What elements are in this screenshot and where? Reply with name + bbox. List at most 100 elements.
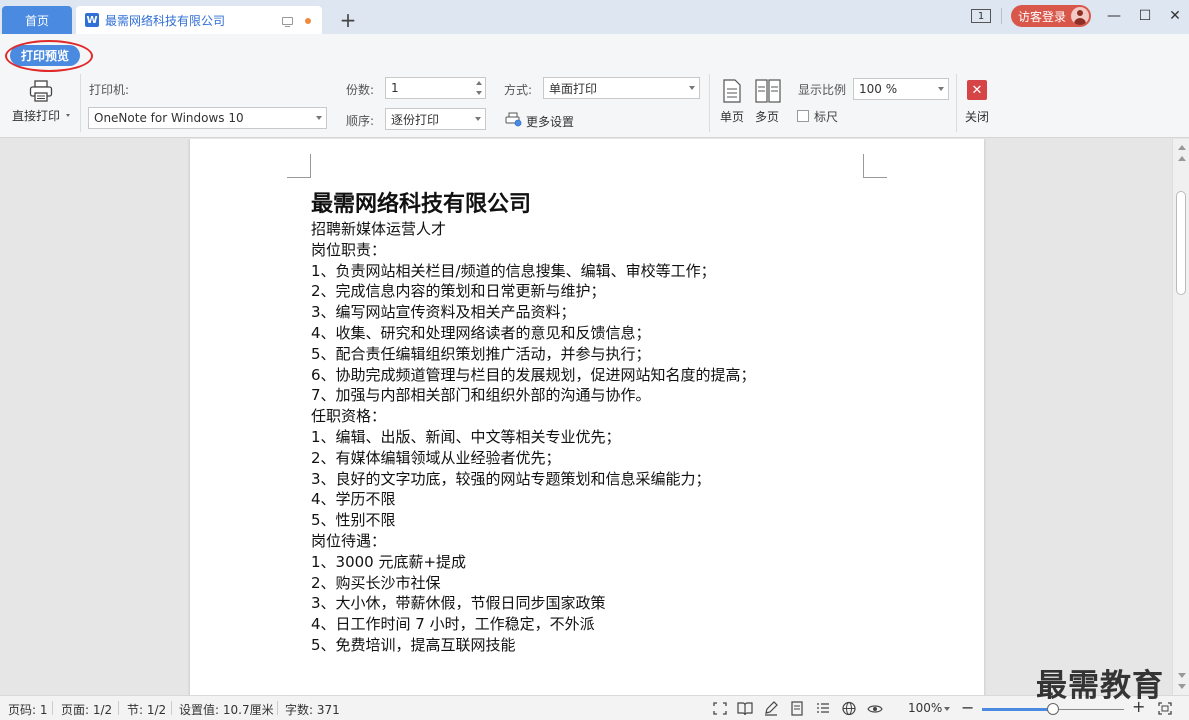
document-line: 1、编辑、出版、新闻、中文等相关专业优先；	[311, 427, 621, 446]
edit-mode-icon[interactable]	[763, 701, 779, 716]
document-line: 5、免费培训，提高互联网技能	[311, 635, 516, 654]
mode-label: 方式:	[504, 83, 533, 97]
document-line: 岗位职责：	[311, 240, 387, 259]
close-icon: ✕	[967, 80, 987, 100]
more-settings-button[interactable]: 更多设置	[505, 111, 585, 129]
status-section: 节: 1/2	[127, 703, 167, 717]
page-up-icon[interactable]	[1178, 156, 1186, 161]
zoom-select[interactable]: 100 %	[853, 78, 949, 100]
crop-mark	[863, 154, 887, 178]
printer-value: OneNote for Windows 10	[94, 111, 244, 125]
document-line: 招聘新媒体运营人才	[311, 220, 447, 238]
fullscreen-icon[interactable]	[712, 701, 728, 716]
print-mode-select[interactable]: 单面打印	[543, 77, 700, 99]
toolbar-separator	[956, 74, 957, 132]
status-word-count[interactable]: 字数: 371	[285, 701, 340, 718]
multi-page-icon	[755, 79, 781, 103]
title-bar: 首页 W 最需网络科技有限公司 + 1 访客登录 — ☐ ✕	[0, 0, 1189, 34]
close-label: 关闭	[965, 110, 990, 124]
page-view-icon[interactable]	[789, 701, 805, 716]
printer-icon	[29, 80, 53, 102]
document-body: 招聘新媒体运营人才 岗位职责： 1、负责网站相关栏目/频道的信息搜集、编辑、审校等工…	[311, 219, 756, 656]
multi-page-button[interactable]: 多页	[753, 78, 783, 128]
scroll-down-icon[interactable]	[1178, 684, 1186, 689]
chevron-down-icon	[316, 116, 322, 120]
document-line: 5、性别不限	[311, 511, 396, 530]
document-line: 1、负责网站相关栏目/频道的信息搜集、编辑、审校等工作；	[311, 261, 716, 280]
monitor-icon[interactable]	[282, 17, 293, 27]
single-page-icon	[723, 79, 741, 103]
tab-home[interactable]: 首页	[2, 6, 72, 34]
stepper-down-icon[interactable]	[476, 91, 482, 95]
status-page: 页面: 1/2	[61, 703, 113, 717]
new-tab-button[interactable]: +	[337, 9, 359, 31]
ruler-label: 标尺	[814, 110, 839, 124]
document-line: 3、良好的文字功底，较强的网站专题策划和信息采编能力；	[311, 469, 711, 488]
title-divider	[1001, 8, 1002, 24]
single-page-button[interactable]: 单页	[717, 78, 747, 128]
minimize-button[interactable]: —	[1104, 6, 1124, 26]
close-window-button[interactable]: ✕	[1165, 6, 1185, 26]
status-setting: 设置值: 10.7厘米	[179, 703, 274, 717]
order-label: 顺序:	[346, 114, 375, 128]
printer-label: 打印机:	[89, 83, 130, 97]
avatar-icon	[1071, 7, 1089, 25]
document-title: 最需网络科技有限公司	[311, 192, 532, 217]
direct-print-dropdown-icon	[66, 114, 70, 117]
copies-value: 1	[391, 81, 399, 95]
document-line: 4、收集、研究和处理网络读者的意见和反馈信息；	[311, 323, 651, 342]
zoom-dropdown-icon[interactable]	[944, 707, 950, 711]
multi-page-label: 多页	[755, 110, 780, 124]
more-settings-label: 更多设置	[526, 115, 575, 129]
document-line: 4、日工作时间 7 小时，工作稳定，不外派	[311, 615, 595, 634]
document-line: 岗位待遇：	[311, 531, 387, 550]
page-down-icon[interactable]	[1178, 673, 1186, 678]
vertical-scrollbar[interactable]	[1172, 139, 1189, 695]
visitor-login-button[interactable]: 访客登录	[1011, 5, 1091, 27]
settings-printer-icon	[505, 112, 522, 127]
document-line: 6、协助完成频道管理与栏目的发展规划，促进网站知名度的提高；	[311, 365, 756, 384]
zoom-label: 显示比例	[798, 83, 847, 97]
stepper-up-icon[interactable]	[476, 81, 482, 85]
toolbar-separator	[80, 74, 81, 132]
document-line: 5、配合责任编辑组织策划推广活动，并参与执行；	[311, 344, 651, 363]
direct-print-button[interactable]: 直接打印	[10, 78, 72, 128]
status-separator	[52, 701, 53, 715]
copies-stepper[interactable]: 1	[385, 77, 486, 99]
order-value: 逐份打印	[391, 112, 440, 127]
document-line: 7、加强与内部相关部门和组织外部的沟通与协作。	[311, 386, 651, 405]
zoom-value: 100 %	[859, 82, 898, 96]
document-line: 4、学历不限	[311, 490, 396, 509]
scroll-up-icon[interactable]	[1178, 145, 1186, 150]
document-line: 2、购买长沙市社保	[311, 573, 441, 592]
zoom-percent[interactable]: 100%	[908, 701, 942, 715]
watermark-logo: 最需教育	[1036, 668, 1164, 704]
order-select[interactable]: 逐份打印	[385, 108, 486, 130]
visitor-login-label: 访客登录	[1018, 9, 1067, 24]
print-mode-value: 单面打印	[549, 81, 598, 96]
document-line: 2、有媒体编辑领域从业经验者优先；	[311, 448, 561, 467]
scrollbar-thumb[interactable]	[1176, 191, 1186, 295]
zoom-slider-fill	[982, 708, 1053, 711]
close-preview-button[interactable]: ✕ 关闭	[960, 78, 996, 128]
outline-view-icon[interactable]	[815, 701, 831, 716]
status-separator	[171, 701, 172, 715]
single-page-label: 单页	[720, 110, 745, 124]
preview-canvas[interactable]: 最需网络科技有限公司 招聘新媒体运营人才 岗位职责： 1、负责网站相关栏目/频道的信…	[0, 139, 1172, 695]
printer-select[interactable]: OneNote for Windows 10	[88, 107, 327, 129]
web-view-icon[interactable]	[841, 701, 857, 716]
tab-document-label: 最需网络科技有限公司	[105, 13, 226, 28]
status-separator	[277, 701, 278, 715]
unsaved-dot-icon	[305, 18, 311, 24]
chevron-down-icon	[475, 117, 481, 121]
tab-home-label: 首页	[24, 13, 49, 28]
writer-doc-icon: W	[85, 13, 99, 27]
window-count-icon[interactable]: 1	[971, 9, 991, 23]
document-line: 2、完成信息内容的策划和日常更新与维护；	[311, 282, 606, 301]
zoom-out-button[interactable]: −	[961, 698, 974, 717]
maximize-button[interactable]: ☐	[1135, 6, 1155, 26]
eye-protect-icon[interactable]	[867, 701, 883, 716]
document-line: 3、大小休，带薪休假，节假日同步国家政策	[311, 594, 606, 613]
read-mode-icon[interactable]	[737, 701, 753, 716]
ruler-checkbox[interactable]	[797, 110, 809, 122]
